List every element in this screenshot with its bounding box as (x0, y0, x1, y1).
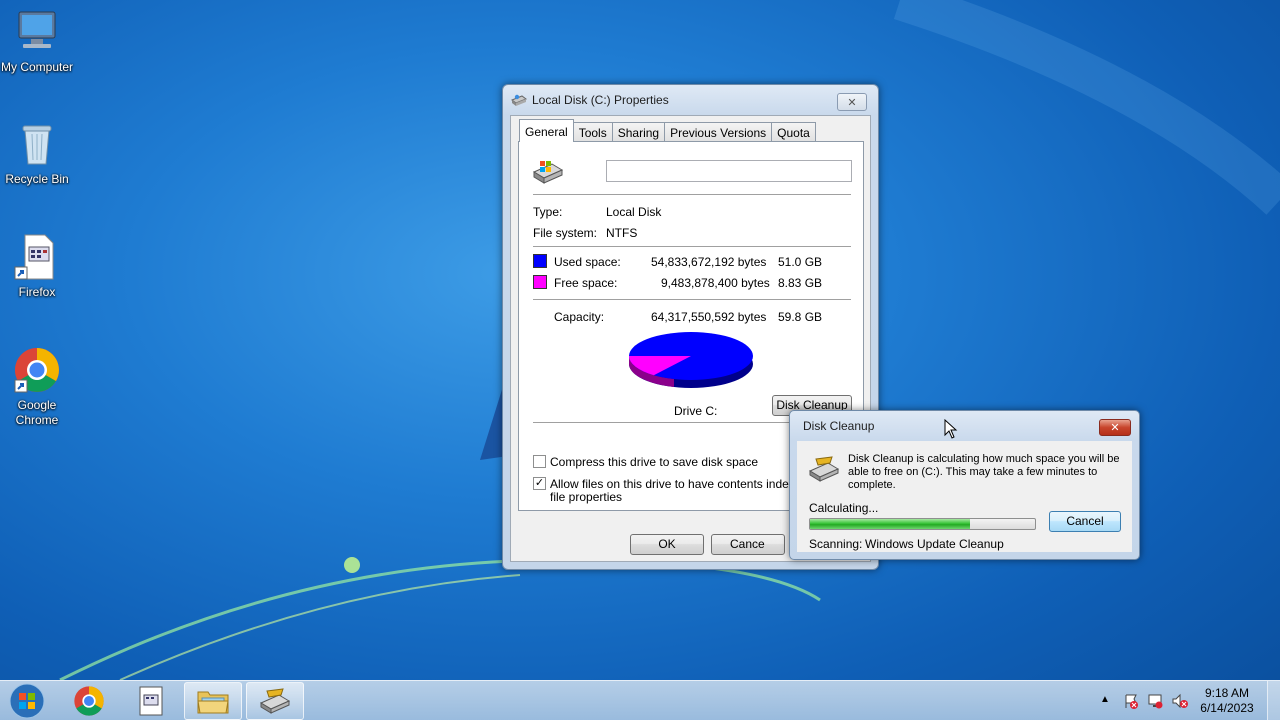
separator (533, 194, 851, 195)
start-button[interactable] (0, 682, 54, 720)
drive-icon (511, 94, 527, 106)
show-hidden-icons-chevron-icon[interactable]: ▲ (1100, 694, 1110, 705)
message-line: Disk Cleanup is calculating how much spa… (848, 453, 1120, 465)
volume-muted-icon[interactable] (1171, 693, 1189, 709)
close-icon: ✕ (1110, 422, 1120, 434)
file-system-label: File system: (533, 226, 598, 240)
scanning-label: Scanning: (809, 537, 863, 551)
progress-fill (810, 519, 970, 529)
tab-strip: General Tools Sharing Previous Versions … (519, 119, 816, 142)
chrome-icon (13, 346, 61, 394)
hard-drive-icon (532, 161, 564, 184)
mouse-cursor (944, 419, 958, 439)
dialog-message: Disk Cleanup is calculating how much spa… (848, 453, 1119, 492)
desktop-icon-recycle-bin[interactable]: Recycle Bin (0, 120, 75, 187)
tab-general[interactable]: General (519, 119, 574, 142)
app-window-icon (139, 686, 163, 716)
action-center-flag-icon[interactable] (1123, 693, 1139, 709)
separator (533, 246, 851, 247)
free-space-bytes: 9,483,878,400 bytes (661, 276, 770, 290)
free-space-swatch (533, 275, 547, 289)
message-line: able to free on (C:). This may take a fe… (848, 466, 1098, 478)
network-icon[interactable] (1147, 693, 1163, 709)
close-icon: ✕ (847, 96, 857, 109)
close-button[interactable]: ✕ (1099, 419, 1131, 436)
desktop-icon-label: Recycle Bin (5, 172, 69, 186)
clock-date: 6/14/2023 (1200, 701, 1254, 715)
chrome-icon (74, 686, 104, 716)
disk-cleanup-icon (808, 456, 840, 482)
used-space-swatch (533, 254, 547, 268)
status-text: Calculating... (809, 501, 879, 515)
ok-button[interactable]: OK (630, 534, 704, 555)
disk-cleanup-titlebar[interactable]: Disk Cleanup ✕ (790, 411, 1139, 441)
desktop-icon-label: Firefox (18, 285, 56, 299)
disk-usage-pie (629, 332, 753, 388)
window-title: Local Disk (C:) Properties (532, 93, 669, 107)
tab-previous-versions[interactable]: Previous Versions (664, 122, 773, 142)
desktop-icon-google-chrome[interactable]: Google Chrome (0, 346, 75, 428)
file-system-value: NTFS (606, 226, 638, 240)
recycle-bin-icon (13, 120, 61, 168)
taskbar-explorer[interactable] (184, 682, 242, 720)
progress-bar (809, 518, 1036, 530)
taskbar-disk-cleanup[interactable] (246, 682, 304, 720)
properties-titlebar[interactable]: Local Disk (C:) Properties ✕ (503, 85, 878, 115)
cancel-button[interactable]: Cancel (1049, 511, 1121, 532)
used-space-gb: 51.0 GB (778, 255, 823, 269)
type-value: Local Disk (606, 205, 662, 219)
message-line: complete. (848, 479, 896, 491)
capacity-label: Capacity: (554, 310, 605, 324)
computer-icon (13, 8, 61, 56)
desktop-icon-my-computer[interactable]: My Computer (0, 8, 75, 75)
taskbar-chrome[interactable] (60, 682, 118, 720)
free-space-label: Free space: (554, 276, 618, 290)
windows-logo-icon (9, 683, 45, 719)
index-label-line2: file properties (550, 490, 623, 504)
desktop-icon-label: Google Chrome (15, 398, 59, 427)
tab-tools[interactable]: Tools (572, 122, 613, 142)
index-checkbox[interactable]: ✓ (533, 477, 546, 490)
close-button[interactable]: ✕ (837, 93, 867, 111)
tab-sharing[interactable]: Sharing (611, 122, 666, 142)
type-label: Type: (533, 205, 563, 219)
separator (533, 299, 851, 300)
used-space-bytes: 54,833,672,192 bytes (651, 255, 767, 269)
disk-cleanup-dialog: Disk Cleanup ✕ Disk Cleanup is calculati… (789, 410, 1140, 560)
show-desktop-button[interactable] (1267, 681, 1280, 720)
cancel-button[interactable]: Cance (711, 534, 785, 555)
clock[interactable]: 9:18 AM 6/14/2023 (1196, 686, 1258, 716)
drive-caption: Drive C: (674, 404, 718, 418)
compress-label: Compress this drive to save disk space (550, 455, 759, 469)
taskbar: ▲ 9:18 AM 6/14/2023 (0, 680, 1280, 720)
capacity-bytes: 64,317,550,592 bytes (651, 310, 767, 324)
used-space-label: Used space: (554, 255, 621, 269)
capacity-gb: 59.8 GB (778, 310, 823, 324)
compress-checkbox[interactable] (533, 455, 546, 468)
clock-time: 9:18 AM (1204, 686, 1250, 700)
scanning-value: Windows Update Cleanup (865, 537, 1004, 551)
desktop-icon-label: My Computer (0, 60, 74, 74)
index-label: Allow files on this drive to have conten… (550, 477, 821, 491)
dialog-client: Disk Cleanup is calculating how much spa… (797, 441, 1132, 552)
firefox-shortcut-icon (13, 233, 61, 281)
drive-name-input[interactable] (606, 160, 852, 182)
desktop-icon-firefox[interactable]: Firefox (0, 233, 75, 300)
tab-quota[interactable]: Quota (771, 122, 816, 142)
folder-icon (197, 691, 229, 714)
dialog-title: Disk Cleanup (803, 419, 875, 433)
taskbar-app[interactable] (122, 682, 180, 720)
free-space-gb: 8.83 GB (778, 276, 823, 290)
disk-cleanup-icon (259, 688, 291, 714)
